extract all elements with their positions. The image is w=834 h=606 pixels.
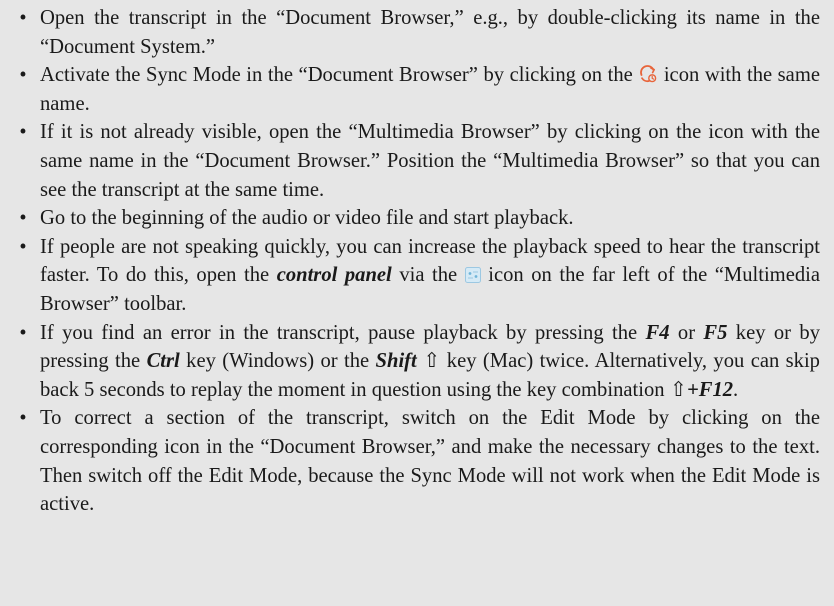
list-item-start-playback: • Go to the beginning of the audio or vi… [16,204,820,233]
list-item-pause-playback: • If you find an error in the transcript… [16,319,820,405]
item-text: or [669,321,704,344]
item-text: Go to the beginning of the audio or vide… [40,207,574,230]
item-text-middle: via the [391,264,465,287]
document-page: • Open the transcript in the “Document B… [0,0,834,606]
control-panel-term: control panel [276,264,392,287]
item-text: If it is not already visible, open the “… [40,121,820,201]
bullet: • [19,7,27,29]
key-ctrl: Ctrl [146,350,180,373]
key-f5: F5 [703,321,728,344]
item-text: Open the transcript in the “Document Bro… [40,7,820,58]
list-item-open-transcript: • Open the transcript in the “Document B… [16,4,820,61]
list-item-activate-sync-mode: • Activate the Sync Mode in the “Documen… [16,61,820,118]
control-panel-icon [464,263,481,284]
bullet: • [19,64,27,87]
item-text: To correct a section of the transcript, … [40,407,820,516]
bullet: • [19,321,27,344]
item-text-end: . [733,378,739,401]
list-item-edit-mode: • To correct a section of the transcript… [16,404,820,518]
bullet: • [19,407,27,430]
instruction-list: • Open the transcript in the “Document B… [16,4,820,519]
bullet: • [19,235,27,258]
item-text: key (Windows) or the [179,350,376,373]
item-text: If you find an error in the transcript, … [40,321,646,344]
key-shift: Shift [375,350,417,373]
bullet: • [19,207,27,230]
list-item-open-multimedia-browser: • If it is not already visible, open the… [16,118,820,204]
list-item-playback-speed: • If people are not speaking quickly, yo… [16,233,820,319]
bullet: • [19,121,27,144]
key-f4: F4 [645,321,670,344]
item-text: Activate the Sync Mode in the “Document … [40,64,639,87]
key-f12: +F12 [686,378,734,401]
sync-mode-icon [638,64,658,84]
